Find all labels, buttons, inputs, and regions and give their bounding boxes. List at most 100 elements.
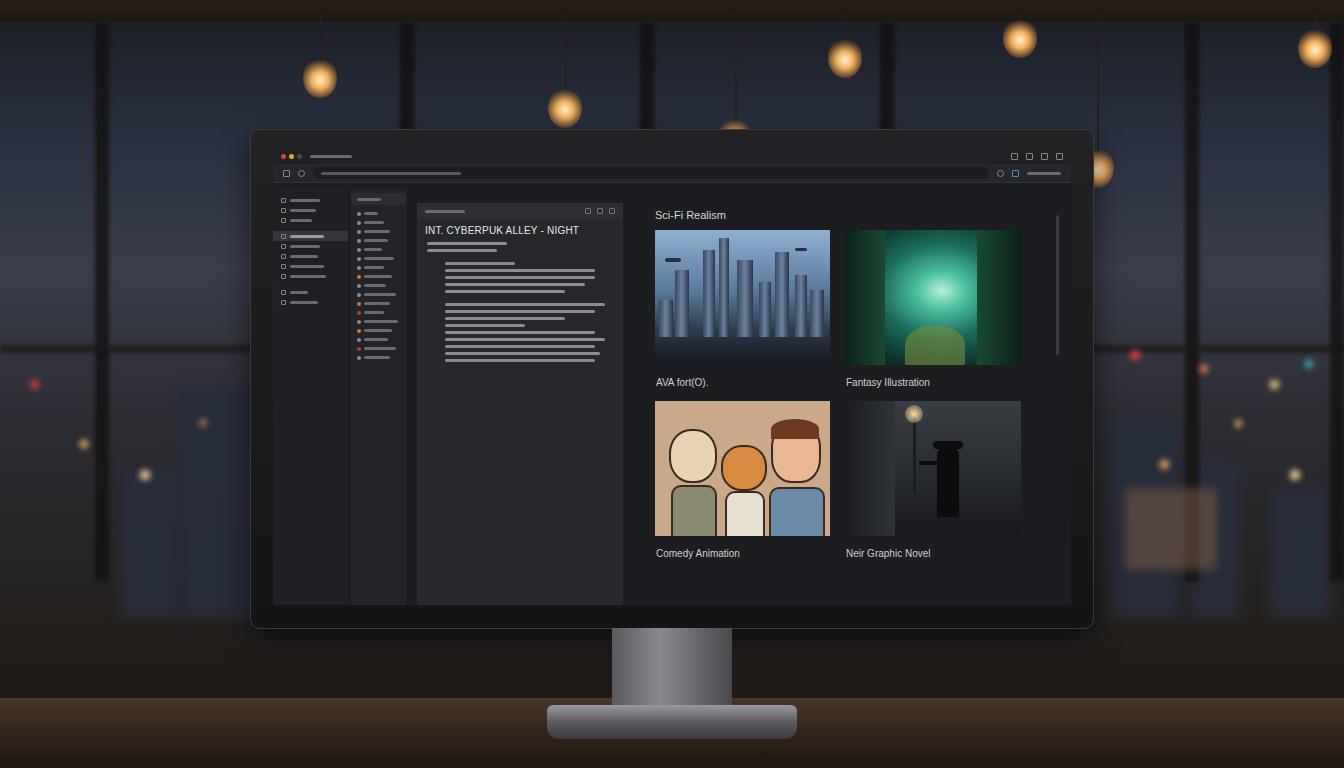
status-dot	[357, 266, 361, 270]
scene-item[interactable]	[351, 317, 406, 326]
item-icon	[281, 300, 286, 305]
item-icon	[281, 264, 286, 269]
scene-label-placeholder	[364, 356, 390, 359]
monitor-bezel: INT. CYBERPUK ALLEY - NIGHTSci-Fi Realis…	[251, 130, 1093, 628]
skyline-building	[1270, 488, 1330, 618]
scene-label-placeholder	[364, 230, 390, 233]
scene-heading[interactable]: INT. CYBERPUK ALLEY - NIGHT	[417, 219, 623, 240]
toolbar-icon[interactable]	[609, 208, 615, 214]
window-button-icon[interactable]	[1026, 153, 1033, 160]
sidebar-item[interactable]	[273, 195, 348, 205]
item-label-placeholder	[290, 219, 312, 222]
sidebar-item[interactable]	[273, 251, 348, 261]
style-preview-image[interactable]	[845, 230, 1021, 365]
scene-item[interactable]	[351, 308, 406, 317]
scene-item[interactable]	[351, 353, 406, 362]
item-icon	[281, 218, 286, 223]
item-label-placeholder	[290, 275, 326, 278]
window-controls	[281, 154, 302, 159]
window-control-icon[interactable]	[297, 154, 302, 159]
style-preview-image[interactable]	[655, 401, 830, 536]
scene-item[interactable]	[351, 335, 406, 344]
scene-list	[351, 189, 406, 605]
scene-label-placeholder	[364, 239, 388, 242]
scene-item[interactable]	[351, 218, 406, 227]
window-button-icon[interactable]	[1056, 153, 1063, 160]
sidebar-item[interactable]	[273, 241, 348, 251]
sidebar-item[interactable]	[273, 271, 348, 281]
scene-item[interactable]	[351, 209, 406, 218]
script-line-placeholder	[445, 262, 515, 265]
style-card[interactable]: Fantasy Illustration	[845, 230, 1021, 401]
sidebar-item[interactable]	[273, 215, 348, 225]
style-card[interactable]: AVA fort(O).	[655, 230, 830, 401]
street	[655, 337, 830, 365]
city-light	[30, 380, 39, 389]
window-button-icon[interactable]	[1041, 153, 1048, 160]
status-dot	[357, 212, 361, 216]
tab-title-placeholder[interactable]	[310, 155, 352, 158]
share-icon[interactable]	[1012, 170, 1019, 177]
scene-item[interactable]	[351, 263, 406, 272]
workspace: INT. CYBERPUK ALLEY - NIGHTSci-Fi Realis…	[273, 183, 1071, 605]
sidebar-item[interactable]	[273, 261, 348, 271]
status-dot	[357, 311, 361, 315]
scene-item[interactable]	[351, 254, 406, 263]
url-field[interactable]	[313, 167, 989, 179]
scene-item[interactable]	[351, 299, 406, 308]
window-control-icon[interactable]	[281, 154, 286, 159]
scene-item[interactable]	[351, 227, 406, 236]
history-icon[interactable]	[298, 170, 305, 177]
scene-item[interactable]	[351, 236, 406, 245]
toolbar-icon[interactable]	[597, 208, 603, 214]
scene-label-placeholder	[364, 257, 394, 260]
status-dot	[357, 248, 361, 252]
sidebar-item[interactable]	[273, 287, 348, 297]
window-control-icon[interactable]	[289, 154, 294, 159]
home-icon[interactable]	[283, 170, 290, 177]
status-dot	[357, 230, 361, 234]
style-preview-image[interactable]	[845, 401, 1021, 536]
room-scene: INT. CYBERPUK ALLEY - NIGHTSci-Fi Realis…	[0, 0, 1344, 768]
script-line-placeholder	[445, 276, 595, 279]
script-line-placeholder	[445, 283, 585, 286]
window-frame	[1330, 22, 1344, 582]
editor-title-placeholder	[425, 210, 465, 213]
sidebar-item[interactable]	[273, 205, 348, 215]
lamp-cord	[320, 0, 322, 65]
style-card[interactable]: Neir Graphic Novel	[845, 401, 1021, 572]
item-icon	[281, 244, 286, 249]
status-dot	[357, 275, 361, 279]
scene-label-placeholder	[364, 212, 378, 215]
cat-character	[721, 445, 767, 491]
style-card[interactable]: Comedy Animation	[655, 401, 830, 572]
script-line-placeholder	[445, 324, 525, 327]
building	[845, 401, 895, 536]
status-dot	[357, 338, 361, 342]
city-light	[1200, 365, 1208, 373]
scene-item[interactable]	[351, 272, 406, 281]
sidebar-item[interactable]	[273, 231, 348, 241]
script-editor: INT. CYBERPUK ALLEY - NIGHT	[417, 203, 623, 605]
script-text[interactable]	[417, 240, 623, 364]
scene-item[interactable]	[351, 245, 406, 254]
scene-item[interactable]	[351, 344, 406, 353]
style-grid: AVA fort(O).Fantasy IllustrationComedy A…	[655, 230, 1055, 572]
window-button-icon[interactable]	[1011, 153, 1018, 160]
scene-item[interactable]	[351, 290, 406, 299]
style-preview-image[interactable]	[655, 230, 830, 365]
app-window: INT. CYBERPUK ALLEY - NIGHTSci-Fi Realis…	[273, 148, 1071, 605]
scrollbar[interactable]	[1056, 215, 1059, 355]
city-light	[1130, 350, 1140, 360]
scene-item[interactable]	[351, 326, 406, 335]
script-line-placeholder	[445, 290, 565, 293]
search-icon[interactable]	[997, 170, 1004, 177]
script-line-placeholder	[445, 338, 605, 341]
status-dot	[357, 302, 361, 306]
sidebar-item[interactable]	[273, 297, 348, 307]
ceiling-beam	[0, 0, 1344, 22]
account-placeholder[interactable]	[1027, 172, 1061, 175]
scene-item[interactable]	[351, 281, 406, 290]
lamp-bulb-icon	[548, 88, 582, 128]
toolbar-icon[interactable]	[585, 208, 591, 214]
